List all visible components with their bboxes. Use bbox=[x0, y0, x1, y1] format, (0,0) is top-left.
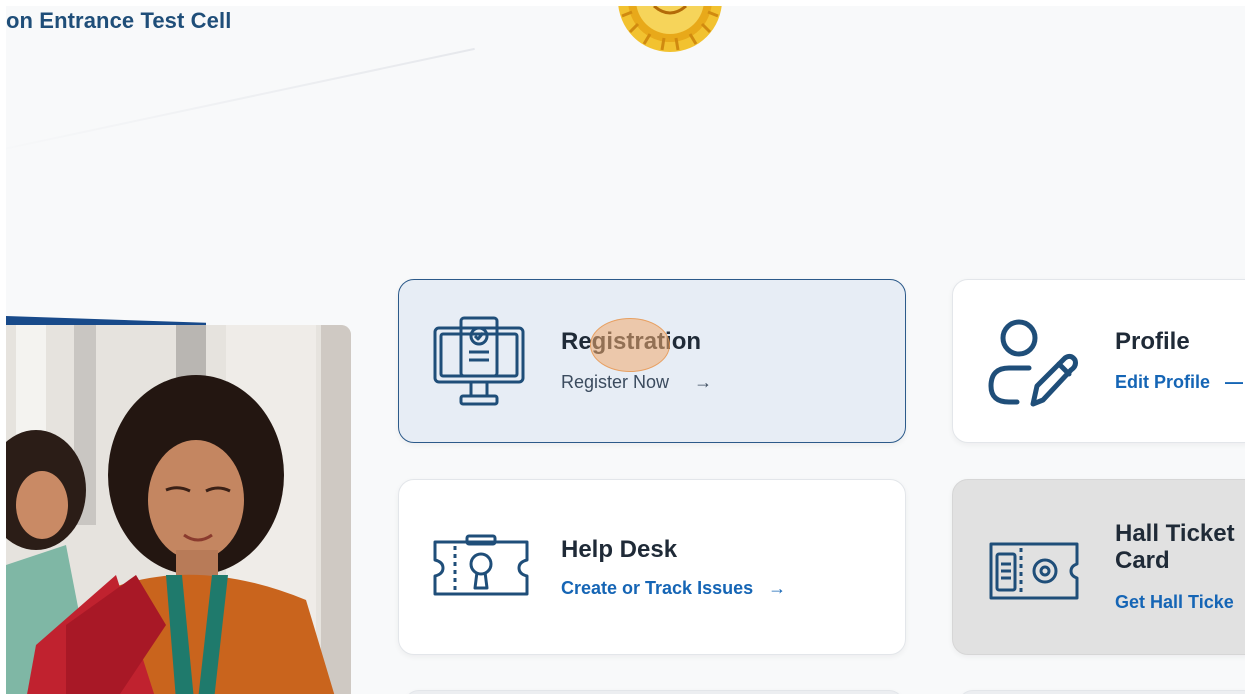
arrow-right-icon: → bbox=[768, 578, 787, 598]
link-label: Edit Profile bbox=[1115, 372, 1211, 392]
card-title: Registration bbox=[561, 328, 702, 355]
hallticket-card[interactable]: Hall Ticket Card Get Hall Ticke bbox=[952, 479, 1245, 655]
card-title: Help Desk bbox=[561, 536, 678, 563]
page-title: on Entrance Test Cell bbox=[6, 8, 232, 33]
registration-card[interactable]: Registration Register Now → bbox=[398, 279, 906, 443]
arrow-right-icon: — bbox=[1225, 372, 1244, 392]
ticket-tools-icon bbox=[433, 534, 529, 596]
background-stripe bbox=[6, 315, 206, 326]
card-title-line: Card bbox=[1115, 547, 1170, 574]
arrow-right-icon: → bbox=[694, 372, 713, 392]
background-decoration bbox=[6, 47, 475, 158]
get-hall-ticket-link[interactable]: Get Hall Ticke bbox=[1115, 592, 1234, 613]
user-edit-icon bbox=[988, 319, 1078, 407]
page-frame: on Entrance Test Cell Registration Regis… bbox=[6, 6, 1245, 694]
card-title: Hall Ticket Card bbox=[1115, 520, 1235, 574]
ticket-gear-icon bbox=[989, 542, 1079, 600]
link-label: Create or Track Issues bbox=[561, 578, 754, 598]
helpdesk-card[interactable]: Help Desk Create or Track Issues → bbox=[398, 479, 906, 655]
partial-card[interactable] bbox=[404, 690, 904, 694]
profile-card[interactable]: Profile Edit Profile — bbox=[952, 279, 1245, 443]
students-photo bbox=[6, 325, 351, 694]
create-track-issues-link[interactable]: Create or Track Issues → bbox=[561, 578, 786, 599]
computer-document-icon bbox=[433, 316, 525, 406]
edit-profile-link[interactable]: Edit Profile — bbox=[1115, 372, 1243, 393]
partial-card[interactable] bbox=[958, 690, 1245, 694]
register-now-link[interactable]: Register Now → bbox=[561, 372, 712, 393]
link-label: Register Now bbox=[561, 372, 670, 392]
state-emblem-icon bbox=[618, 6, 722, 52]
card-title-line: Hall Ticket bbox=[1115, 520, 1235, 547]
card-title: Profile bbox=[1115, 328, 1190, 355]
